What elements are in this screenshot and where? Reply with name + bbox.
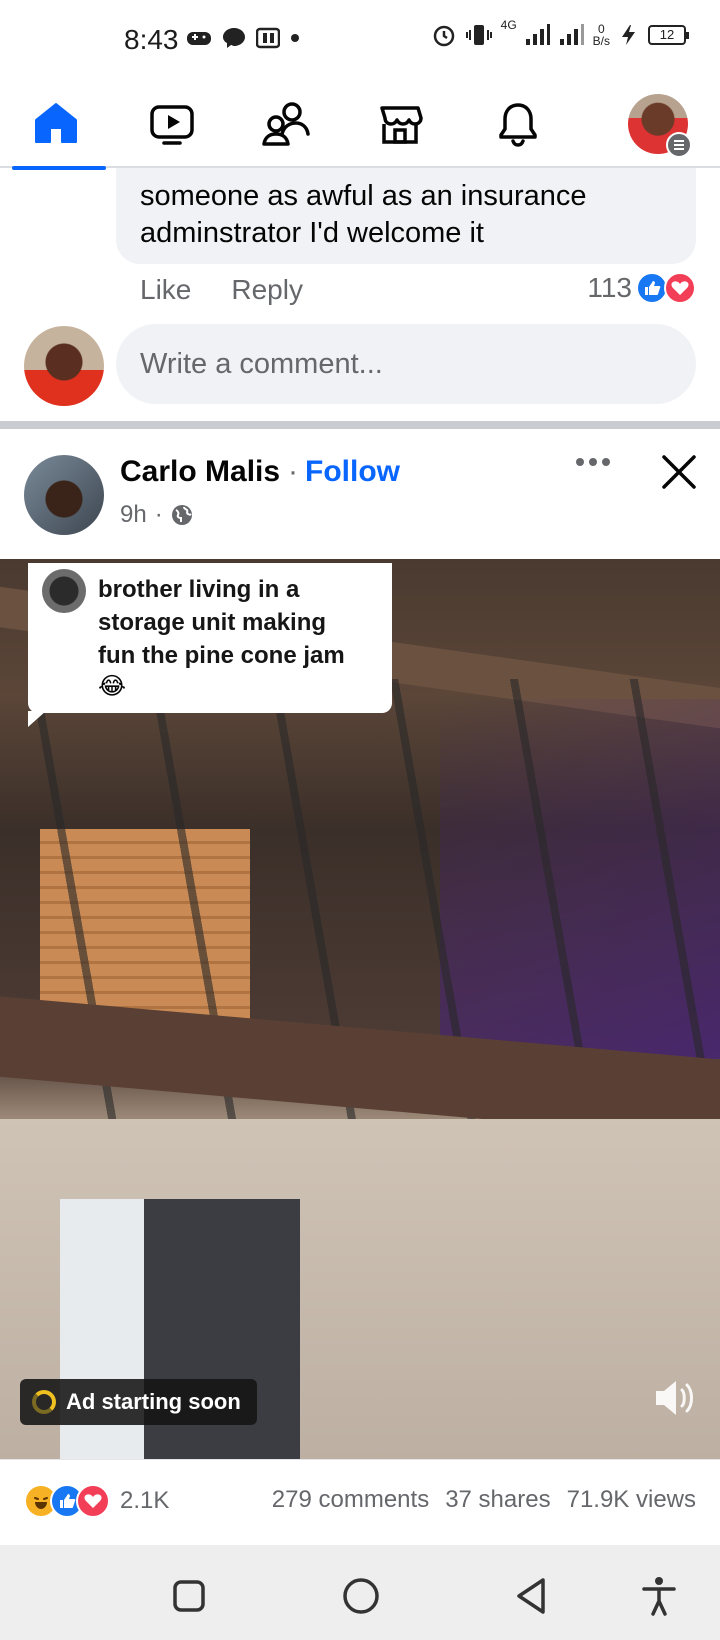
status-time: 8:43: [124, 24, 179, 55]
post-stats: 2.1K 279 comments 37 shares 71.9K views: [0, 1459, 720, 1545]
comment-like-button[interactable]: Like: [140, 274, 191, 306]
laughing-emoji: 😂: [98, 673, 127, 700]
comment-reactions[interactable]: 113: [587, 272, 696, 304]
home-system-button[interactable]: [336, 1571, 386, 1621]
comment-reply-button[interactable]: Reply: [231, 274, 303, 306]
status-notification-icons: [186, 27, 300, 49]
bell-icon: [499, 103, 537, 147]
author-avatar[interactable]: [24, 455, 104, 535]
nav-notifications[interactable]: [468, 80, 568, 168]
vibrate-icon: [465, 25, 492, 45]
follow-button[interactable]: Follow: [305, 455, 400, 489]
more-options-button[interactable]: [568, 447, 618, 477]
nav-friends[interactable]: [236, 80, 336, 168]
shares-count[interactable]: 37 shares: [445, 1486, 550, 1514]
video-icon: [150, 105, 194, 145]
marketplace-icon: [380, 106, 423, 144]
accessibility-icon: [642, 1577, 676, 1616]
post-engagement: 279 comments 37 shares 71.9K views: [272, 1486, 696, 1514]
caption-line-1: brother living in a: [98, 576, 300, 603]
comment-actions: Like Reply: [140, 274, 303, 306]
name-separator: ·: [288, 455, 298, 488]
nav-video[interactable]: [122, 80, 222, 168]
circle-icon: [343, 1578, 379, 1614]
battery-icon: 12: [648, 25, 689, 45]
top-nav: [0, 80, 720, 170]
status-system-icons: 4G 0 B/s 12: [431, 18, 689, 48]
comment-text: someone as awful as an insurance adminst…: [140, 180, 587, 249]
love-reaction-icon: [664, 272, 696, 304]
views-count: 71.9K views: [566, 1486, 696, 1513]
recents-button[interactable]: [164, 1571, 214, 1621]
status-bar: 8:43 4G 0 B/s 12: [0, 0, 720, 80]
profile-avatar: [628, 94, 692, 158]
user-avatar: [24, 326, 104, 406]
comment-reaction-count: 113: [587, 272, 632, 303]
signal-icon-2: [559, 24, 584, 45]
gamepad-icon: [187, 32, 211, 45]
ad-label: Ad starting soon: [66, 1389, 241, 1414]
post-time: 9h: [120, 501, 147, 528]
nav-home[interactable]: [6, 80, 106, 170]
back-button[interactable]: [506, 1571, 556, 1621]
nav-profile-menu[interactable]: [608, 80, 708, 168]
comment-bubble: someone as awful as an insurance adminst…: [116, 168, 696, 264]
network-speed: 0 B/s: [592, 22, 610, 48]
ad-starting-badge: Ad starting soon: [20, 1379, 257, 1425]
close-button[interactable]: [656, 449, 702, 495]
system-nav-bar: [0, 1545, 720, 1640]
network-type: 4G: [500, 18, 517, 32]
caption-avatar: [42, 569, 86, 613]
charging-icon: [622, 25, 635, 45]
post-reactions[interactable]: 2.1K: [24, 1484, 169, 1518]
square-icon: [173, 1580, 205, 1612]
dot-icon: [291, 34, 299, 42]
caption-line-3: fun the pine cone jam: [98, 642, 345, 669]
alarm-icon: [433, 25, 454, 47]
home-icon: [35, 103, 77, 143]
friends-icon: [262, 102, 310, 146]
author-name[interactable]: Carlo Malis: [120, 455, 280, 489]
caption-line-2: storage unit making: [98, 609, 327, 636]
write-comment-input[interactable]: Write a comment...: [116, 324, 696, 404]
volume-icon: [656, 1381, 693, 1415]
post-meta: 9h ·: [120, 501, 193, 529]
love-reaction-icon: [76, 1484, 110, 1518]
volume-button[interactable]: [652, 1375, 702, 1421]
post-header: Carlo Malis · Follow 9h ·: [0, 429, 720, 559]
write-comment-row: Write a comment...: [0, 324, 720, 414]
reaction-count: 2.1K: [120, 1487, 170, 1514]
post-divider: [0, 421, 720, 429]
signal-icon: [525, 24, 550, 45]
accessibility-button[interactable]: [634, 1571, 684, 1621]
video-caption-card: brother living in a storage unit making …: [28, 563, 392, 727]
nav-marketplace[interactable]: [350, 80, 450, 168]
back-triangle-icon: [517, 1578, 545, 1614]
close-icon: [662, 455, 696, 489]
post-video[interactable]: brother living in a storage unit making …: [0, 559, 720, 1459]
app-notification-icon: [256, 27, 280, 49]
comments-count[interactable]: 279 comments: [272, 1486, 429, 1514]
menu-icon: [666, 132, 692, 158]
messenger-icon: [223, 28, 245, 48]
globe-icon: [171, 505, 192, 525]
time-separator: ·: [154, 501, 163, 528]
loading-spinner-icon: [32, 1390, 56, 1414]
